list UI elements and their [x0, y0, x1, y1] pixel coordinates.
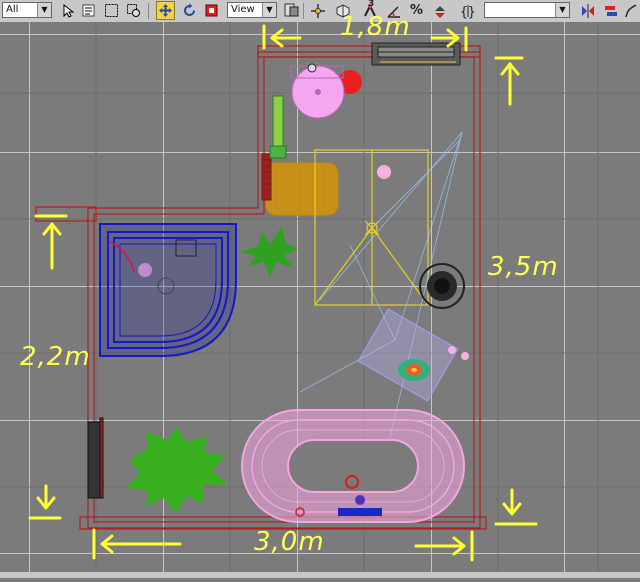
dimension-label-top: 1,8m	[340, 12, 411, 42]
plant-small	[240, 226, 298, 278]
rect-selection-region-icon[interactable]	[102, 1, 121, 20]
corner-shower	[99, 223, 237, 357]
select-and-move-icon[interactable]	[156, 1, 175, 20]
toolbar-divider	[148, 3, 149, 19]
percent-snap-label: %	[409, 3, 424, 18]
plant-large	[126, 426, 228, 514]
edit-named-selections-icon[interactable]: {}	[458, 1, 477, 20]
select-and-rotate-icon[interactable]	[180, 1, 199, 20]
radiator	[261, 153, 272, 201]
named-selection-dropdown[interactable]: ▼	[484, 2, 570, 18]
light-bulb	[377, 165, 391, 179]
toolbar-divider	[303, 3, 304, 19]
select-and-scale-icon[interactable]	[202, 1, 221, 20]
wall-radiator	[87, 417, 104, 499]
select-by-name-icon[interactable]	[80, 1, 99, 20]
align-icon[interactable]	[601, 1, 620, 20]
dimension-label-left: 2,2m	[20, 342, 91, 372]
mirror-icon[interactable]	[578, 1, 597, 20]
top-viewport[interactable]: 1,8m 3,5m 2,2m 3,0m	[0, 14, 640, 578]
chevron-down-icon[interactable]: ▼	[555, 3, 569, 17]
reference-coordinate-dropdown[interactable]: View ▼	[227, 2, 277, 18]
window-crossing-icon[interactable]	[124, 1, 143, 20]
spinner-snap-icon[interactable]	[430, 1, 449, 20]
towel-rail	[269, 95, 287, 159]
use-pivot-center-icon[interactable]	[282, 1, 301, 20]
status-strip	[0, 572, 640, 578]
oval-bathtub	[241, 409, 465, 523]
main-toolbar: All ▼ View ▼ 3 % {} ▼	[0, 0, 640, 23]
select-and-manipulate-icon[interactable]	[308, 1, 327, 20]
reference-coordinate-value: View	[231, 4, 255, 15]
sink	[290, 63, 362, 119]
dimension-label-bottom: 3,0m	[254, 527, 325, 557]
snap-label: 3	[368, 0, 375, 9]
bathroom-rug	[357, 308, 459, 402]
chevron-down-icon[interactable]: ▼	[37, 3, 51, 17]
curve-editor-icon[interactable]	[623, 1, 639, 20]
chevron-down-icon[interactable]: ▼	[262, 3, 276, 17]
stool	[265, 162, 339, 216]
dimension-label-right: 3,5m	[488, 252, 559, 282]
select-object-icon[interactable]	[58, 1, 77, 20]
selection-filter-value: All	[6, 4, 19, 15]
selection-filter-dropdown[interactable]: All ▼	[2, 2, 52, 18]
floor-plan-scene	[0, 22, 640, 578]
